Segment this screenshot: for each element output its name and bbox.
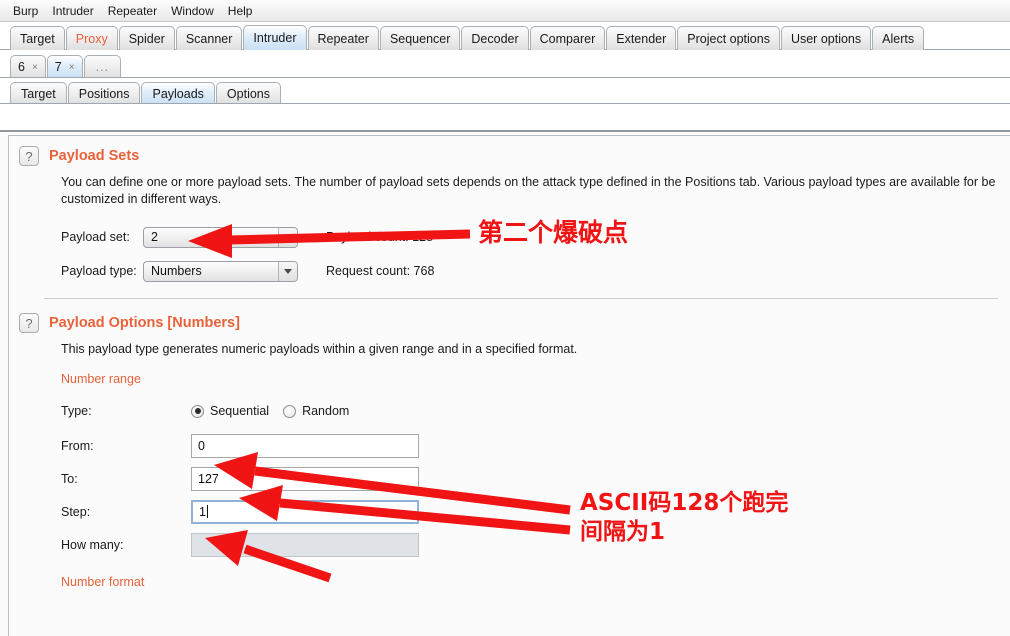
menu-item-intruder[interactable]: Intruder (45, 2, 100, 20)
how-many-input (191, 532, 419, 557)
from-value: 0 (198, 438, 205, 453)
type-label: Type: (61, 404, 92, 418)
to-input[interactable]: 127 (191, 466, 419, 491)
tab-sequencer[interactable]: Sequencer (379, 26, 461, 50)
payload-type-label: Payload type: (61, 264, 137, 278)
subtab-positions[interactable]: Positions (67, 82, 141, 104)
chevron-down-icon[interactable] (278, 227, 297, 247)
step-row: Step: 1 (61, 495, 1010, 528)
subtab-options[interactable]: Options (215, 82, 282, 104)
menu-bar: Burp Intruder Repeater Window Help (0, 0, 1010, 22)
to-row: To: 127 (61, 462, 1010, 495)
menu-item-burp[interactable]: Burp (6, 2, 45, 20)
tab-comparer[interactable]: Comparer (529, 26, 606, 50)
to-value: 127 (198, 471, 219, 486)
help-icon[interactable]: ? (19, 146, 39, 166)
menu-item-repeater[interactable]: Repeater (101, 2, 164, 20)
tab-scanner[interactable]: Scanner (175, 26, 243, 50)
payload-type-row: Payload type: Numbers Request count: 768 (61, 258, 1010, 284)
tab-spider[interactable]: Spider (118, 26, 175, 50)
payload-sets-description: You can define one or more payload sets.… (61, 175, 996, 206)
help-icon[interactable]: ? (19, 313, 39, 333)
payloads-panel: ? Payload Sets You can define one or mor… (8, 135, 1010, 636)
tab-decoder[interactable]: Decoder (461, 26, 529, 50)
attack-tab-6-label: 6 (18, 60, 25, 74)
tab-extender[interactable]: Extender (606, 26, 677, 50)
how-many-label: How many: (61, 537, 124, 552)
attack-tab-more[interactable]: ... (83, 55, 122, 78)
chevron-down-icon[interactable] (278, 261, 297, 281)
sub-tab-bar: Target Positions Payloads Options (0, 78, 1010, 104)
burp-suite-window: Burp Intruder Repeater Window Help Targe… (0, 0, 1010, 636)
tab-intruder[interactable]: Intruder (243, 25, 307, 50)
tab-project-options[interactable]: Project options (677, 26, 780, 50)
tab-alerts[interactable]: Alerts (872, 26, 925, 50)
request-count-text: Request count: 768 (326, 264, 435, 278)
close-icon[interactable]: × (69, 62, 75, 73)
tab-target[interactable]: Target (10, 26, 65, 50)
payload-set-label: Payload set: (61, 230, 130, 244)
tab-proxy[interactable]: Proxy (65, 26, 118, 50)
from-input[interactable]: 0 (191, 433, 419, 458)
step-value: 1 (199, 504, 206, 519)
tab-user-options[interactable]: User options (780, 26, 872, 50)
menu-item-window[interactable]: Window (164, 2, 221, 20)
payload-set-value: 2 (151, 230, 158, 244)
attack-tab-6[interactable]: 6 × (10, 55, 46, 78)
to-label: To: (61, 471, 78, 486)
number-range-heading: Number range (61, 372, 141, 386)
type-row: Type: Sequential Random (61, 398, 1010, 424)
subtab-payloads[interactable]: Payloads (141, 82, 215, 104)
payload-sets-title: Payload Sets (49, 148, 140, 164)
payload-options-title: Payload Options [Numbers] (49, 315, 240, 331)
tab-repeater[interactable]: Repeater (307, 26, 379, 50)
payload-type-value: Numbers (151, 264, 202, 278)
menu-item-help[interactable]: Help (221, 2, 260, 20)
payload-set-row: Payload set: 2 Payload count: 128 (61, 224, 1010, 250)
text-cursor (206, 505, 208, 518)
payload-options-header: ? Payload Options [Numbers] (9, 299, 1010, 333)
main-tab-bar: Target Proxy Spider Scanner Intruder Rep… (0, 22, 1010, 50)
step-input[interactable]: 1 (191, 499, 419, 524)
number-format-heading: Number format (61, 575, 145, 589)
attack-tab-bar: 6 × 7 × ... (0, 50, 1010, 78)
type-radio-group: Sequential Random (191, 404, 363, 418)
how-many-row: How many: (61, 528, 1010, 561)
payload-type-dropdown[interactable]: Numbers (143, 260, 298, 282)
payloads-content: ? Payload Sets You can define one or mor… (0, 130, 1010, 636)
payload-options-description: This payload type generates numeric payl… (61, 342, 578, 356)
subtab-target[interactable]: Target (10, 82, 67, 104)
payload-count-text: Payload count: 128 (326, 230, 434, 244)
radio-random-label: Random (302, 404, 350, 418)
close-icon[interactable]: × (32, 62, 38, 73)
payload-sets-header: ? Payload Sets (9, 136, 1010, 166)
from-label: From: (61, 438, 94, 453)
radio-sequential[interactable] (191, 404, 204, 418)
payload-set-dropdown[interactable]: 2 (143, 226, 298, 248)
from-row: From: 0 (61, 429, 1010, 462)
step-label: Step: (61, 504, 91, 519)
attack-tab-7[interactable]: 7 × (46, 55, 83, 78)
radio-random[interactable] (283, 404, 297, 418)
attack-tab-7-label: 7 (54, 60, 62, 74)
radio-sequential-label: Sequential (210, 404, 270, 418)
